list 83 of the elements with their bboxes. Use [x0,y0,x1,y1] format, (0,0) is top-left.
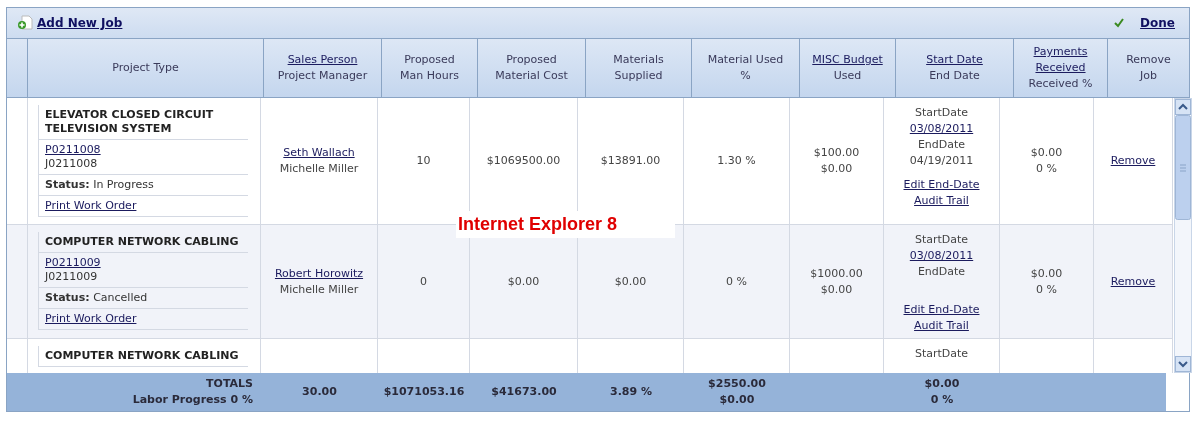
totals-label: TOTALS [206,376,253,392]
project-manager: Michelle Miller [279,161,359,177]
start-date-value-link[interactable]: 03/08/2011 [909,121,974,137]
salesperson-name-link[interactable]: Seth Wallach [283,145,355,161]
misc-budget: $1000.00 [810,265,863,282]
audit-trail-link[interactable]: Audit Trail [914,193,969,209]
job-number: J0211008 [45,157,99,171]
start-date-label: StartDate [914,105,969,121]
payments-received: $0.00 [1030,145,1063,161]
job-status: Status: In Progress [45,178,154,191]
project-manager: Michelle Miller [279,281,359,298]
table-cell: 10 [416,153,431,169]
column-header: Remove [1126,52,1171,68]
salesperson-name-link[interactable]: Robert Horowitz [274,265,364,282]
edit-end-date-link[interactable]: Edit End-Date [903,302,980,318]
column-header: Supplied [614,68,663,84]
po-number-link[interactable]: P0211008 [45,143,101,156]
total-misc-used: $0.00 [719,392,755,408]
received-percent: 0 % [1036,281,1057,298]
misc-budget: $100.00 [813,145,860,161]
column-sort-link[interactable]: MISC Budget [812,52,883,68]
print-work-order-link[interactable]: Print Work Order [45,312,137,325]
column-header: Proposed [404,52,455,68]
scrollbar[interactable] [1174,98,1192,373]
total-cell: 30.00 [302,384,337,400]
table-cell: 0 % [726,273,747,290]
column-header: Man Hours [400,68,459,84]
column-header: Project Manager [277,68,368,84]
total-misc-budget: $2550.00 [708,376,766,392]
remove-link[interactable]: Remove [1110,273,1156,290]
payments-received: $0.00 [1030,265,1063,282]
end-date-label: EndDate [917,137,966,153]
table-cell: $0.00 [614,273,647,290]
misc-used: $0.00 [820,281,853,298]
done-link[interactable]: Done [1140,16,1175,30]
project-title: COMPUTER NETWORK CABLING [45,349,240,363]
end-date: 04/19/2011 [909,153,974,169]
total-cell: $41673.00 [491,384,557,400]
misc-used: $0.00 [820,161,853,177]
start-date-value-link[interactable]: 03/08/2011 [909,248,974,264]
column-header: End Date [929,68,980,84]
add-new-job-link[interactable]: Add New Job [37,16,123,30]
total-received-percent: 0 % [930,392,954,408]
column-sort-link[interactable]: Sales Person [287,52,358,68]
job-status: Status: Cancelled [45,291,148,304]
column-header: Materials [613,52,664,68]
column-sort-link[interactable]: Start Date [926,52,983,68]
column-header: Material Cost [495,68,568,84]
start-date-label: StartDate [914,346,969,362]
received-percent: 0 % [1036,161,1057,177]
scroll-down-icon[interactable] [1175,356,1191,372]
edit-end-date-link[interactable]: Edit End-Date [903,177,980,193]
scroll-up-icon[interactable] [1175,99,1191,115]
total-cell: $1071053.16 [383,384,465,400]
remove-link[interactable]: Remove [1110,153,1156,169]
add-document-icon [17,15,33,31]
project-title: COMPUTER NETWORK CABLING [45,235,240,249]
table-cell: $1069500.00 [486,153,561,169]
table-cell: $0.00 [507,273,540,290]
table-cell: $13891.00 [600,153,661,169]
column-sort-link[interactable]: Payments [1033,44,1088,60]
table-cell: 0 [420,273,427,290]
column-header: Used [833,68,862,84]
audit-trail-link[interactable]: Audit Trail [914,318,969,334]
table-cell: 1.30 % [717,153,756,169]
end-date-label: EndDate [917,264,966,280]
project-title: ELEVATOR CLOSED CIRCUIT TELEVISION SYSTEM [45,108,215,136]
start-date-label: StartDate [914,232,969,248]
total-payments: $0.00 [924,376,960,392]
po-number-link[interactable]: P0211009 [45,256,101,269]
column-header: Project Type [112,60,179,76]
total-cell: 3.89 % [610,384,652,400]
column-header: Job [1140,68,1157,84]
job-number: J0211009 [45,270,99,284]
column-header: Proposed [506,52,557,68]
column-header: % [740,68,751,84]
column-header: Material Used [707,52,784,68]
column-header: Received % [1028,76,1093,92]
column-sort-link[interactable]: Received [1035,60,1086,76]
annotation-label: Internet Explorer 8 [456,211,675,238]
print-work-order-link[interactable]: Print Work Order [45,199,137,212]
scroll-thumb[interactable] [1175,115,1191,220]
checkmark-icon [1114,18,1125,28]
